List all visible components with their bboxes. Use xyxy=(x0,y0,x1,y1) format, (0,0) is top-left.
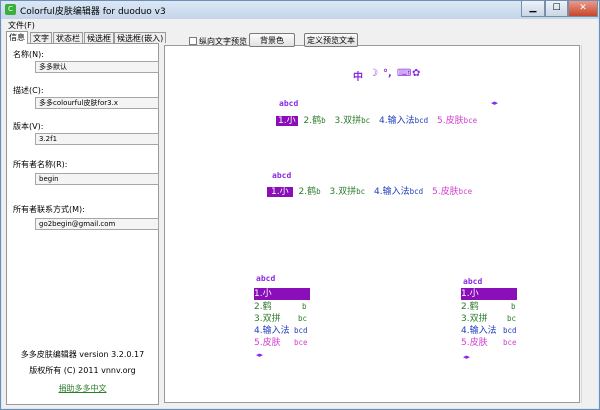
maximize-button[interactable]: ☐ xyxy=(545,1,568,17)
candidate-selected: 1.小 xyxy=(461,288,517,300)
name-field[interactable]: 多多默认 xyxy=(35,61,159,73)
candidate-item: 3.双拼bc xyxy=(461,314,517,324)
candidate-item: 5.皮肤bce xyxy=(254,338,308,348)
candidate-item: 5.皮肤bce xyxy=(432,187,473,197)
tab-candidate[interactable]: 候选框 xyxy=(84,32,114,43)
footer-version: 多多皮肤编辑器 version 3.2.0.17 xyxy=(20,350,145,359)
title-bar: C Colorful皮肤编辑器 for duoduo v3 ▁ ☐ ✕ xyxy=(1,1,599,19)
status-chinese-icon[interactable]: 中 xyxy=(353,68,363,83)
donate-link[interactable]: 捐助多多中文 xyxy=(7,383,158,394)
custom-preview-text-button[interactable]: 定义预览文本 xyxy=(304,33,358,47)
name-label: 名称(N): xyxy=(13,50,44,59)
client-area: 信息 文字 状态栏 候选框 候选框(嵌入) 名称(N): 多多默认 描述(C):… xyxy=(2,31,598,408)
preview1-code: abcd xyxy=(279,99,299,108)
tab-candidate-embedded[interactable]: 候选框(嵌入) xyxy=(114,32,167,43)
vertical-preview-checkbox[interactable] xyxy=(189,37,197,45)
candidate-item: 2.鹤b xyxy=(298,187,321,197)
footer-copyright: 版权所有 (C) 2011 vnnv.org xyxy=(29,366,136,375)
menu-file[interactable]: 文件(F) xyxy=(8,20,35,31)
candidate-item: 4.输入法bcd xyxy=(374,187,424,197)
preview4-code: abcd xyxy=(463,277,483,286)
status-keyboard-icon[interactable]: ⌨ xyxy=(397,68,411,79)
candidate-item: 2.鹤b xyxy=(254,302,307,312)
candidate-item: 3.双拼bc xyxy=(334,116,371,126)
preview2-candidates: 1.小 2.鹤b 3.双拼bc 4.输入法bcd 5.皮肤bce xyxy=(267,184,472,197)
owner-label: 所有者名称(R): xyxy=(13,160,68,169)
app-icon: C xyxy=(5,4,16,15)
version-label: 版本(V): xyxy=(13,122,44,131)
status-punctuation-icon[interactable]: °, xyxy=(383,68,392,79)
preview1-page-arrows[interactable]: ◂▸ xyxy=(491,99,498,107)
tab-text[interactable]: 文字 xyxy=(30,32,52,43)
contact-field[interactable]: go2begin@gmail.com xyxy=(35,218,159,230)
description-label: 描述(C): xyxy=(13,86,44,95)
info-panel: 名称(N): 多多默认 描述(C): 多多colourful皮肤for3.x 版… xyxy=(6,43,159,405)
description-field[interactable]: 多多colourful皮肤for3.x xyxy=(35,97,159,109)
preview4-page-arrows[interactable]: ◂▸ xyxy=(463,353,470,361)
contact-label: 所有者联系方式(M): xyxy=(13,205,85,214)
owner-field[interactable]: begin xyxy=(35,173,159,185)
preview3-code: abcd xyxy=(256,274,276,283)
candidate-selected: 1.小 xyxy=(254,288,310,300)
candidate-item: 3.双拼bc xyxy=(329,187,366,197)
preview1-candidates: 1.小 2.鹤b 3.双拼bc 4.输入法bcd 5.皮肤bce xyxy=(276,113,477,126)
background-color-button[interactable]: 背景色 xyxy=(249,33,295,47)
app-window: C Colorful皮肤编辑器 for duoduo v3 ▁ ☐ ✕ 文件(F… xyxy=(0,0,600,410)
candidate-item: 3.双拼bc xyxy=(254,314,308,324)
tab-info[interactable]: 信息 xyxy=(6,31,28,44)
candidate-item: 5.皮肤bce xyxy=(461,338,517,348)
tab-statusbar[interactable]: 状态栏 xyxy=(53,32,83,43)
menu-bar: 文件(F) xyxy=(2,19,598,32)
candidate-item: 2.鹤b xyxy=(461,302,516,312)
candidate-item: 5.皮肤bce xyxy=(437,116,478,126)
window-title: Colorful皮肤编辑器 for duoduo v3 xyxy=(20,7,166,17)
candidate-item: 4.输入法bcd xyxy=(254,326,308,336)
candidate-item: 4.输入法bcd xyxy=(379,116,429,126)
candidate-selected: 1.小 xyxy=(276,116,298,126)
preview2-code: abcd xyxy=(272,171,292,180)
status-halfwidth-icon[interactable]: ☽ xyxy=(369,68,378,79)
preview-scrollbar[interactable] xyxy=(581,45,594,403)
candidate-item: 4.输入法bcd xyxy=(461,326,517,336)
status-skin-icon[interactable]: ✿ xyxy=(412,68,420,79)
close-button[interactable]: ✕ xyxy=(568,1,598,17)
version-field[interactable]: 3.2f1 xyxy=(35,133,159,145)
candidate-selected: 1.小 xyxy=(267,187,293,197)
preview-panel xyxy=(164,45,580,403)
preview3-page-arrows[interactable]: ◂▸ xyxy=(256,351,263,359)
vertical-preview-label: 纵向文字预览 xyxy=(199,37,247,46)
minimize-button[interactable]: ▁ xyxy=(521,1,545,17)
candidate-item: 2.鹤b xyxy=(303,116,326,126)
